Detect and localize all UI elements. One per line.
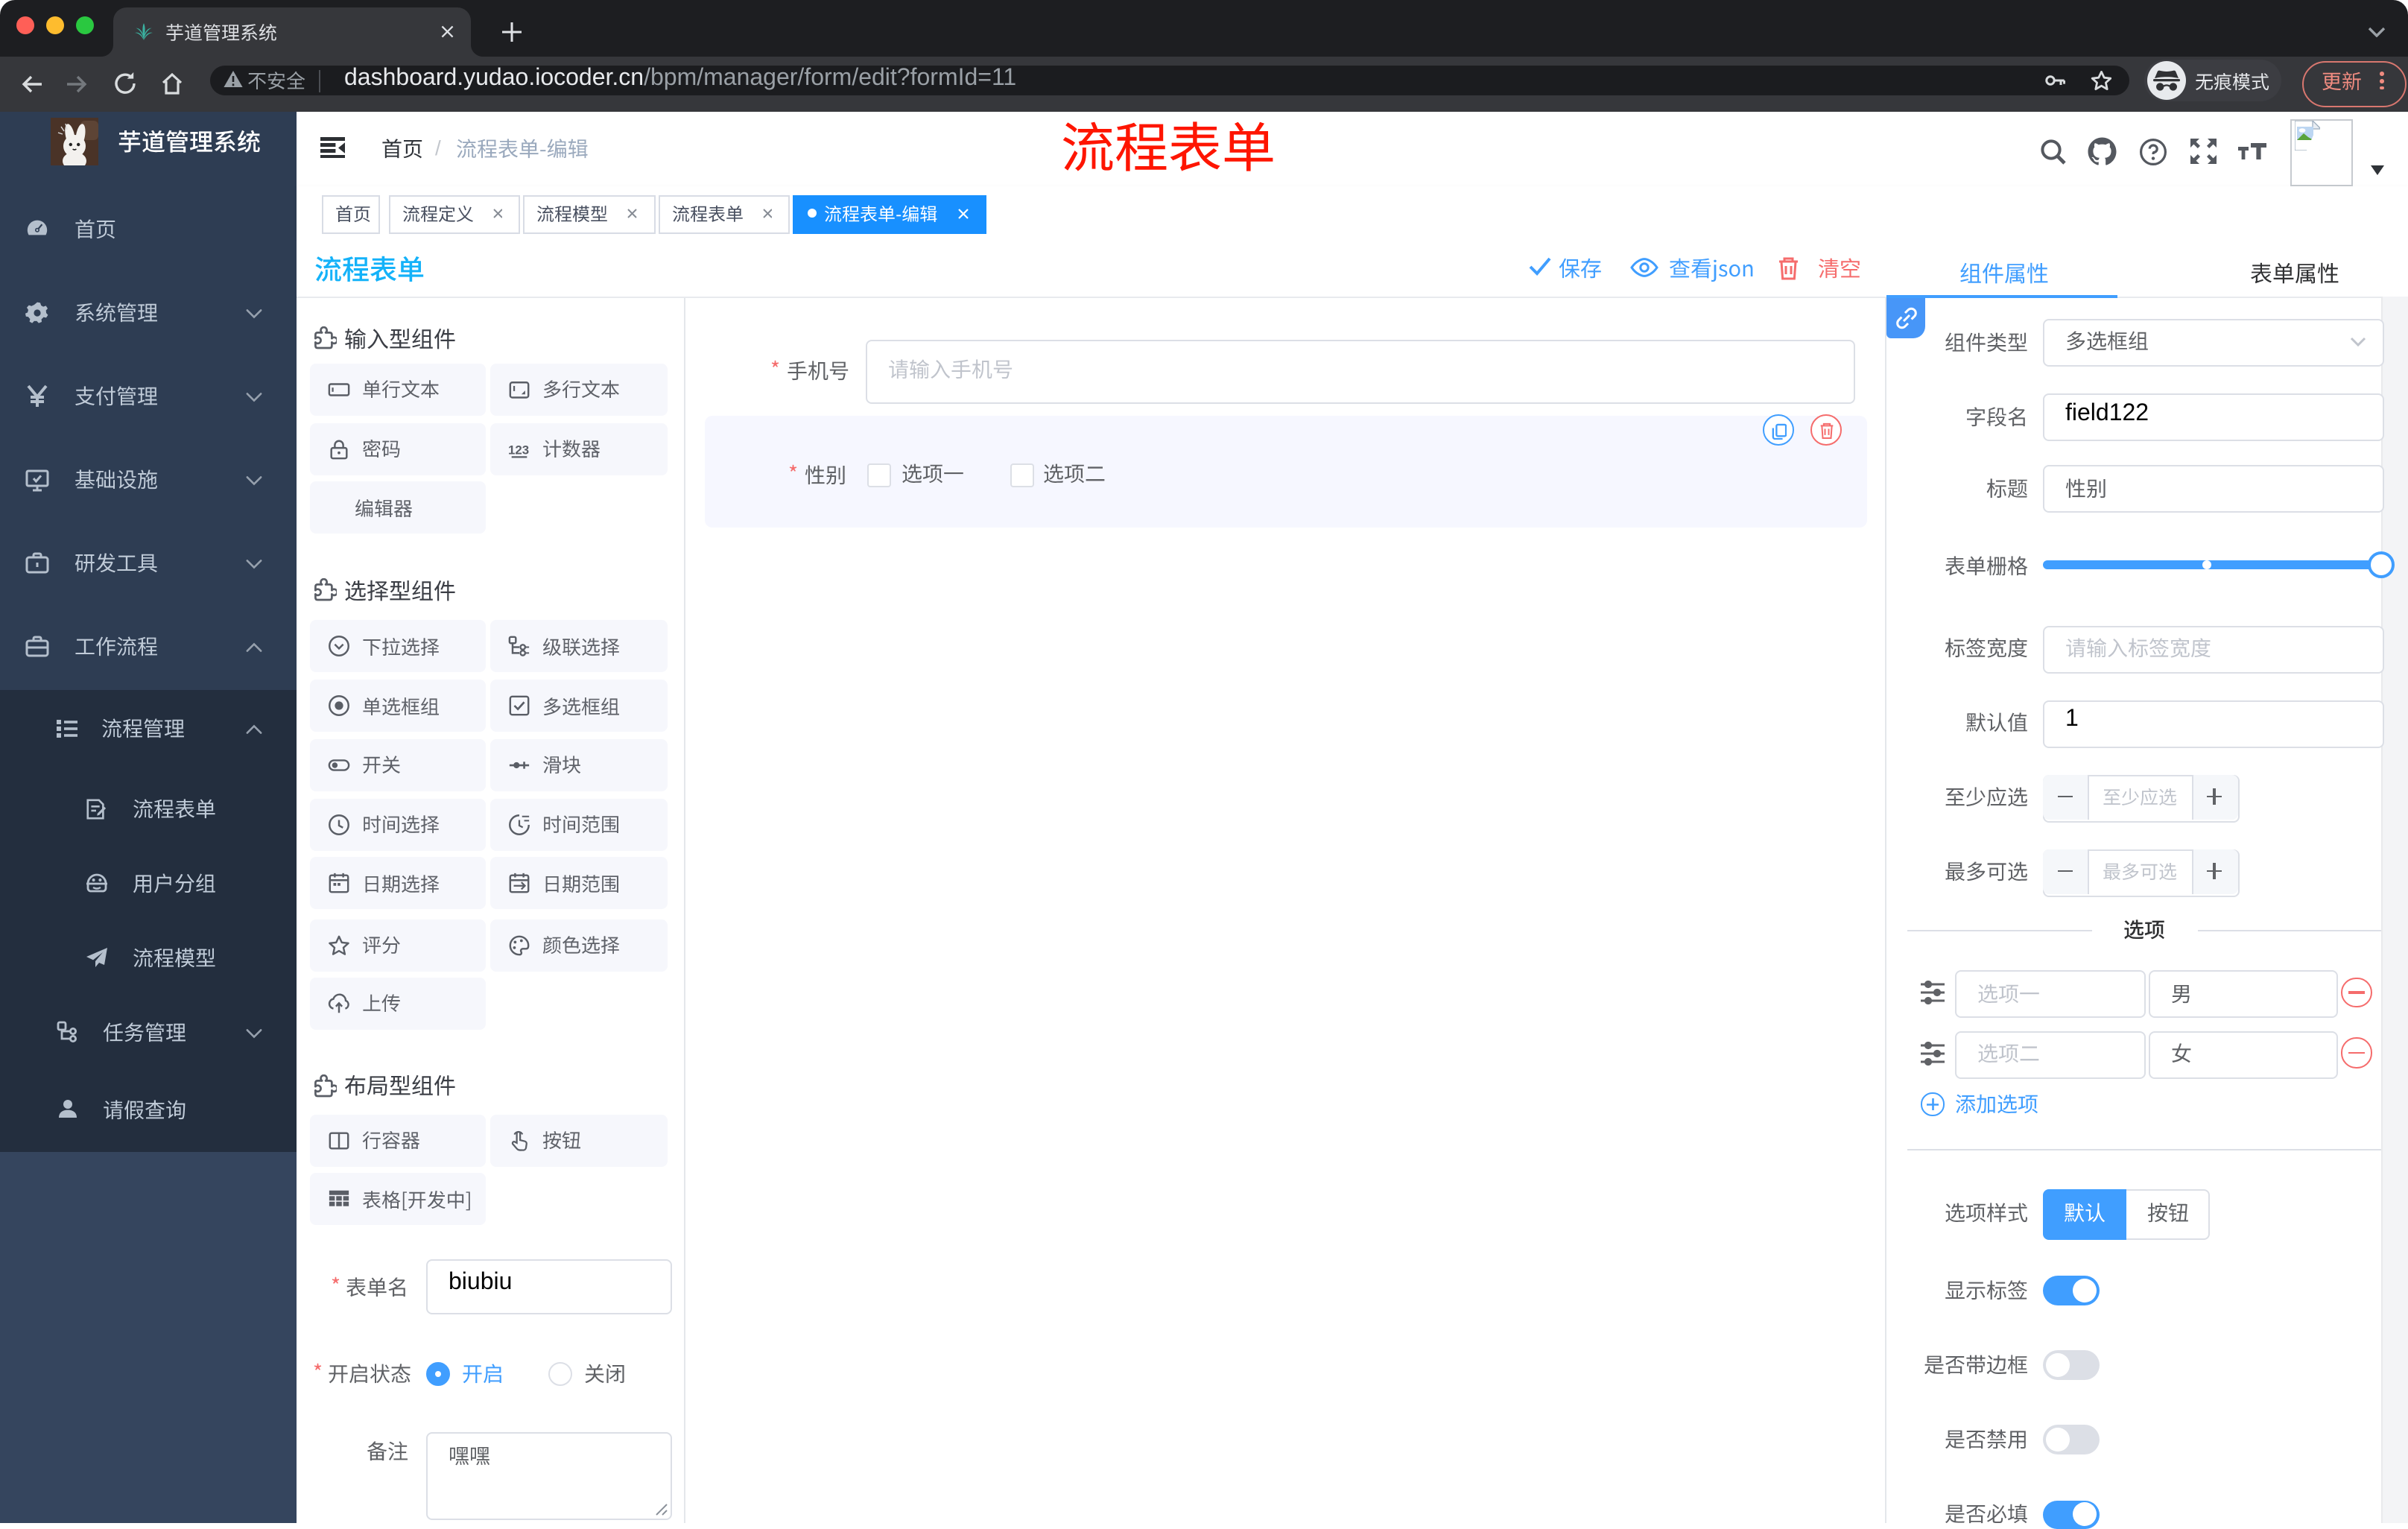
svg-text:123: 123 [508,443,529,457]
